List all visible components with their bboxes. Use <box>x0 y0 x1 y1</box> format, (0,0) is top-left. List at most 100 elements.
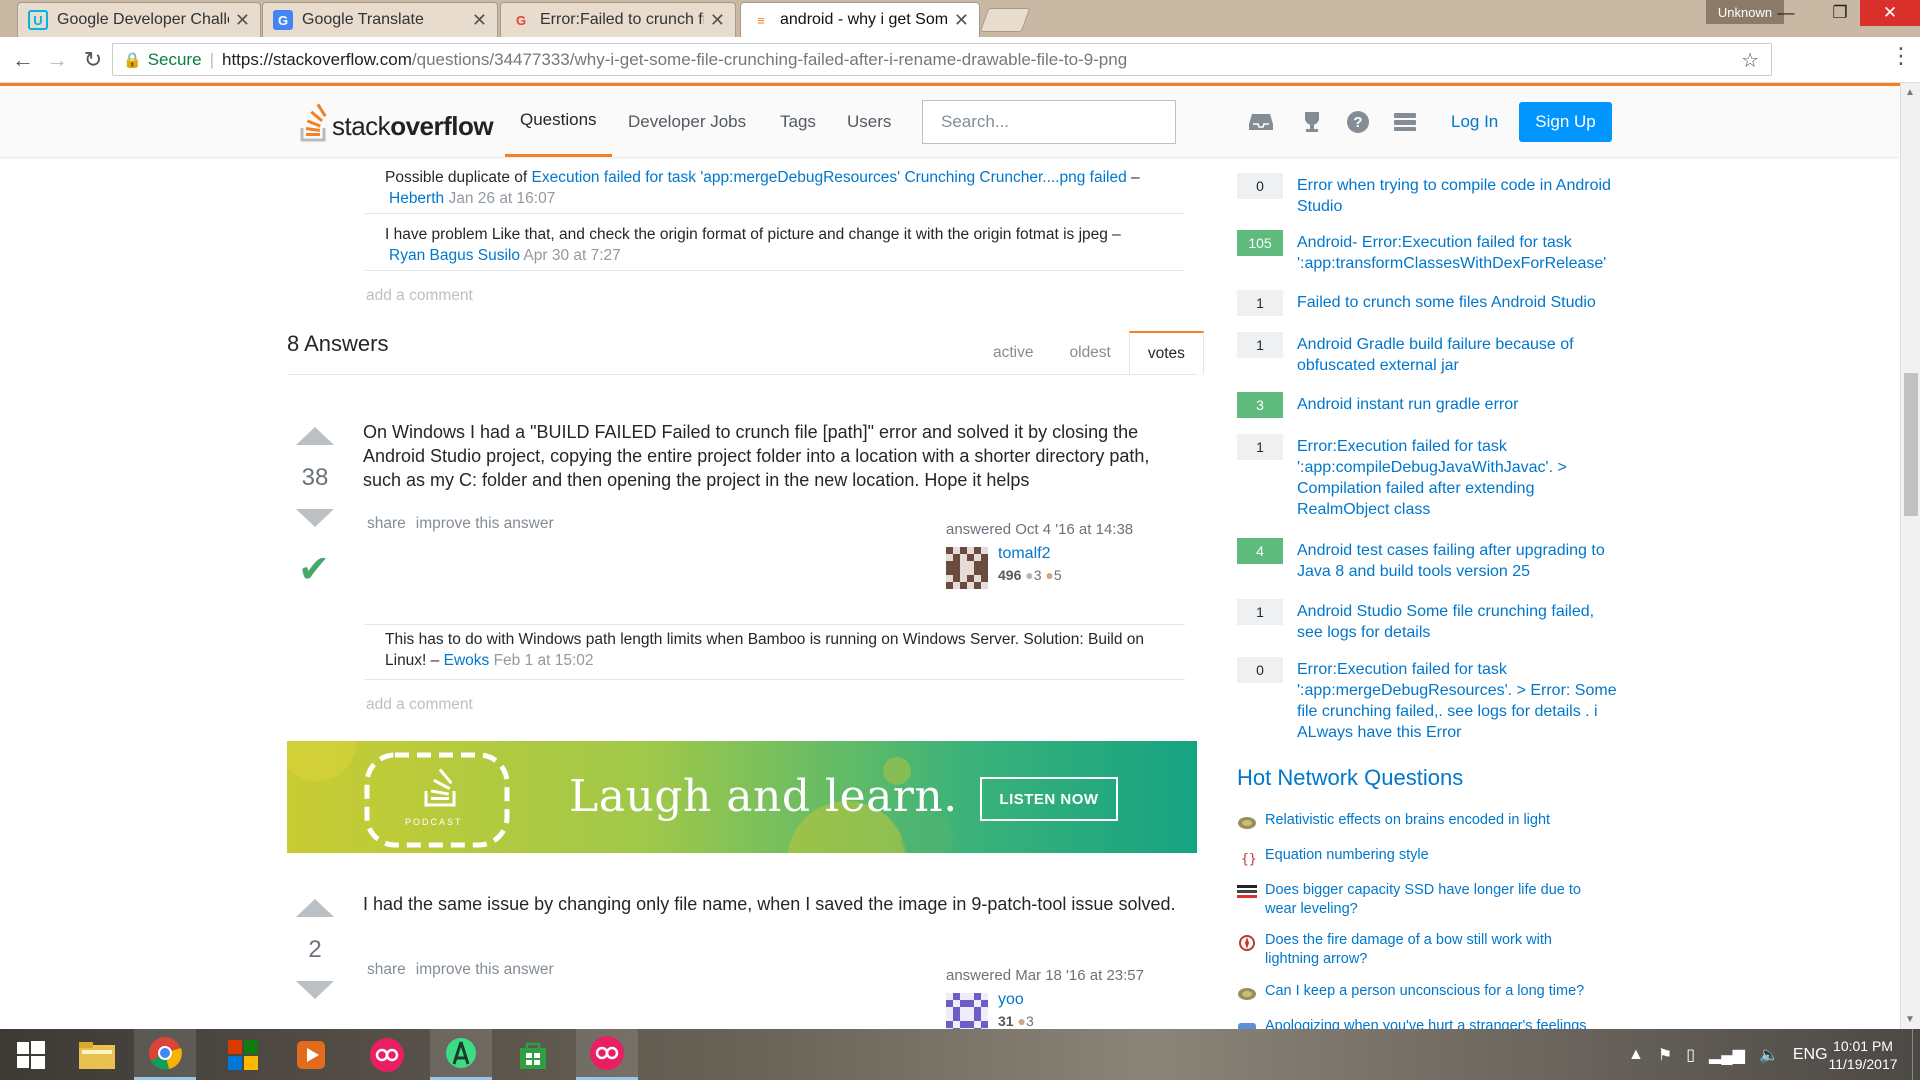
user-name-link[interactable]: yoo <box>998 991 1024 1009</box>
main-content: Possible duplicate of Execution failed f… <box>0 157 1900 1029</box>
network-icon[interactable]: ▂▄▆ <box>1709 1045 1745 1065</box>
browser-tab-udacity[interactable]: U Google Developer Challe ✕ <box>17 2 261 37</box>
share-link[interactable]: share <box>367 515 406 532</box>
related-question-link[interactable]: Error:Execution failed for task ':app:co… <box>1297 436 1617 520</box>
url-path: /questions/34477333/why-i-get-some-file-… <box>411 49 1128 69</box>
add-comment-link[interactable]: add a comment <box>366 696 473 714</box>
address-bar[interactable]: 🔒 Secure | https://stackoverflow.com/que… <box>112 43 1772 76</box>
sort-tab-oldest[interactable]: oldest <box>1052 331 1129 375</box>
flickr-app-icon[interactable] <box>576 1029 638 1080</box>
scroll-thumb[interactable] <box>1904 373 1918 516</box>
search-input[interactable]: Search... <box>922 100 1176 144</box>
sort-tab-active[interactable]: active <box>975 331 1052 375</box>
related-question-link[interactable]: Android instant run gradle error <box>1297 394 1617 415</box>
flag-icon[interactable]: ⚑ <box>1658 1045 1672 1065</box>
page-scrollbar[interactable]: ▲ ▼ <box>1900 83 1920 1029</box>
hnq-link[interactable]: Relativistic effects on brains encoded i… <box>1265 811 1605 830</box>
windows-start-icon[interactable] <box>0 1029 62 1080</box>
reload-icon[interactable]: ↻ <box>78 45 108 75</box>
hnq-link[interactable]: Can I keep a person unconscious for a lo… <box>1265 982 1605 1001</box>
divider <box>365 679 1185 680</box>
nav-users[interactable]: Users <box>847 86 891 157</box>
show-hidden-icons[interactable]: ▲ <box>1628 1046 1644 1064</box>
scroll-up-icon[interactable]: ▲ <box>1905 87 1915 98</box>
related-question-link[interactable]: Android Studio Some file crunching faile… <box>1297 601 1617 643</box>
nav-tags[interactable]: Tags <box>780 86 816 157</box>
user-name-link[interactable]: tomalf2 <box>998 545 1050 563</box>
comment-user[interactable]: Ewoks <box>444 652 490 669</box>
browser-tab-translate[interactable]: G Google Translate ✕ <box>262 2 498 37</box>
answer-body: On Windows I had a "BUILD FAILED Failed … <box>363 422 1150 490</box>
browser-tab-google-search[interactable]: G Error:Failed to crunch file ✕ <box>500 2 736 37</box>
related-question-link[interactable]: Error when trying to compile code in And… <box>1297 175 1617 217</box>
google-icon: G <box>515 12 527 28</box>
nav-questions[interactable]: Questions <box>505 86 612 157</box>
office-icon[interactable] <box>212 1029 274 1080</box>
battery-icon[interactable]: ▯ <box>1686 1045 1695 1065</box>
podcast-banner-ad[interactable]: PODCAST Laugh and learn. LISTEN NOW <box>287 741 1197 853</box>
avatar[interactable] <box>946 993 988 1029</box>
hnq-link[interactable]: Apologizing when you've hurt a stranger'… <box>1265 1017 1605 1029</box>
comment-user[interactable]: Heberth <box>389 190 444 207</box>
chrome-icon[interactable] <box>134 1029 196 1080</box>
add-comment-link[interactable]: add a comment <box>366 287 473 305</box>
show-desktop-button[interactable] <box>1912 1029 1920 1080</box>
hnq-link[interactable]: Does bigger capacity SSD have longer lif… <box>1265 881 1605 919</box>
podcast-label: PODCAST <box>405 817 463 827</box>
scroll-down-icon[interactable]: ▼ <box>1905 1014 1915 1025</box>
improve-answer-link[interactable]: improve this answer <box>416 961 554 978</box>
upvote-icon[interactable] <box>296 427 334 445</box>
nav-developer-jobs[interactable]: Developer Jobs <box>628 86 746 157</box>
login-link[interactable]: Log In <box>1451 112 1498 132</box>
media-player-icon[interactable] <box>280 1029 342 1080</box>
comment-user[interactable]: Ryan Bagus Susilo <box>389 247 520 264</box>
related-question-link[interactable]: Failed to crunch some files Android Stud… <box>1297 292 1617 313</box>
chrome-menu-icon[interactable]: ⋮ <box>1890 43 1912 69</box>
close-tab-icon[interactable]: ✕ <box>472 10 487 31</box>
related-question-link[interactable]: Android- Error:Execution failed for task… <box>1297 232 1617 274</box>
comment-link[interactable]: Execution failed for task 'app:mergeDebu… <box>531 169 1126 186</box>
sort-tab-votes[interactable]: votes <box>1128 331 1204 375</box>
podcast-logo-icon <box>424 768 456 807</box>
related-question-link[interactable]: Error:Execution failed for task ':app:me… <box>1297 659 1617 743</box>
avatar[interactable] <box>946 547 988 589</box>
forward-icon[interactable]: → <box>42 45 72 75</box>
close-window-icon[interactable]: ✕ <box>1860 0 1920 26</box>
minimize-icon[interactable]: — <box>1766 0 1806 26</box>
file-explorer-icon[interactable] <box>66 1029 128 1080</box>
related-question-link[interactable]: Android Gradle build failure because of … <box>1297 334 1617 376</box>
browser-tab-stackoverflow[interactable]: ≡ android - why i get Some ✕ <box>740 2 980 37</box>
android-studio-icon[interactable] <box>430 1029 492 1080</box>
back-icon[interactable]: ← <box>8 45 38 75</box>
share-link[interactable]: share <box>367 961 406 978</box>
related-vote-count: 0 <box>1237 173 1283 199</box>
achievements-icon[interactable] <box>1298 108 1326 136</box>
clock-time: 10:01 PM <box>1833 1038 1893 1054</box>
signup-button[interactable]: Sign Up <box>1519 102 1612 142</box>
bookmark-star-icon[interactable]: ☆ <box>1741 48 1759 73</box>
maximize-icon[interactable]: ❐ <box>1820 0 1860 26</box>
windows-taskbar: ▲ ⚑ ▯ ▂▄▆ 🔈 ENG 10:01 PM 11/19/2017 <box>0 1029 1920 1080</box>
hot-network-questions-heading[interactable]: Hot Network Questions <box>1237 765 1463 791</box>
so-logo-icon <box>300 104 327 142</box>
hnq-link[interactable]: Does the fire damage of a bow still work… <box>1265 931 1605 969</box>
listen-now-button[interactable]: LISTEN NOW <box>980 777 1118 821</box>
hnq-link[interactable]: Equation numbering style <box>1265 846 1605 865</box>
inbox-icon[interactable] <box>1247 108 1275 136</box>
downvote-icon[interactable] <box>296 981 334 999</box>
volume-icon[interactable]: 🔈 <box>1759 1045 1779 1065</box>
improve-answer-link[interactable]: improve this answer <box>416 515 554 532</box>
store-icon[interactable] <box>502 1029 564 1080</box>
upvote-icon[interactable] <box>296 899 334 917</box>
close-tab-icon[interactable]: ✕ <box>710 10 725 31</box>
so-logo[interactable]: stackoverflow <box>300 102 494 142</box>
related-question-link[interactable]: Android test cases failing after upgradi… <box>1297 540 1617 582</box>
flickr-app-icon[interactable] <box>356 1029 418 1080</box>
new-tab-button[interactable] <box>979 8 1031 32</box>
help-icon[interactable]: ? <box>1344 108 1372 136</box>
downvote-icon[interactable] <box>296 509 334 527</box>
close-tab-icon[interactable]: ✕ <box>954 10 969 31</box>
system-clock[interactable]: 10:01 PM 11/19/2017 <box>1818 1037 1908 1073</box>
close-tab-icon[interactable]: ✕ <box>235 10 250 31</box>
site-switcher-icon[interactable] <box>1391 108 1419 136</box>
